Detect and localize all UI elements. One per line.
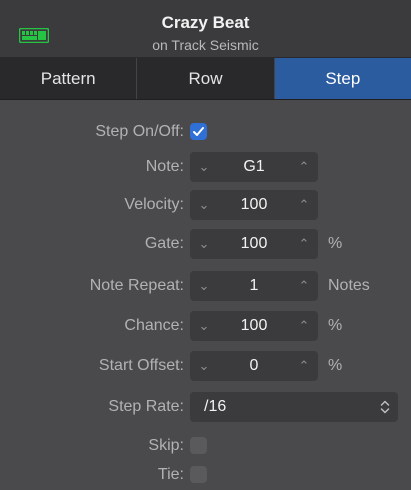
note-stepper[interactable]: ⌄ G1 ⌃ xyxy=(190,152,318,182)
tie-row: Tie: xyxy=(0,460,411,490)
step-on-off-checkbox[interactable] xyxy=(190,123,207,140)
note-repeat-value: 1 xyxy=(249,277,259,294)
start-offset-row: Start Offset: ⌄ 0 ⌃ % xyxy=(0,351,411,381)
step-rate-label: Step Rate: xyxy=(108,398,184,415)
velocity-value: 100 xyxy=(240,196,268,213)
note-repeat-unit: Notes xyxy=(328,277,370,294)
chevron-up-icon[interactable]: ⌃ xyxy=(290,152,318,182)
start-offset-value: 0 xyxy=(249,357,259,374)
chance-stepper[interactable]: ⌄ 100 ⌃ xyxy=(190,311,318,341)
inspector-header: Crazy Beat on Track Seismic xyxy=(0,0,411,58)
note-repeat-row: Note Repeat: ⌄ 1 ⌃ Notes xyxy=(0,271,411,301)
gate-row: Gate: ⌄ 100 ⌃ % xyxy=(0,229,411,259)
chevron-up-icon[interactable]: ⌃ xyxy=(290,190,318,220)
step-rate-row: Step Rate: /16 xyxy=(0,392,411,422)
checkmark-icon xyxy=(193,127,204,136)
start-offset-unit: % xyxy=(328,357,343,374)
step-on-off-label: Step On/Off: xyxy=(95,123,184,140)
updown-chevron-icon xyxy=(380,400,390,414)
gate-unit: % xyxy=(328,235,343,252)
step-rate-select[interactable]: /16 xyxy=(190,392,398,422)
note-repeat-stepper[interactable]: ⌄ 1 ⌃ xyxy=(190,271,318,301)
tab-step[interactable]: Step xyxy=(274,58,411,99)
region-subtitle: on Track Seismic xyxy=(152,37,259,53)
chance-value: 100 xyxy=(240,317,268,334)
note-value: G1 xyxy=(243,158,265,175)
chance-label: Chance: xyxy=(124,317,184,334)
chevron-down-icon[interactable]: ⌄ xyxy=(190,271,218,301)
skip-label: Skip: xyxy=(148,437,184,454)
tie-checkbox[interactable] xyxy=(190,466,207,483)
note-label: Note: xyxy=(145,158,184,175)
gate-value: 100 xyxy=(240,235,268,252)
tab-row[interactable]: Row xyxy=(137,58,275,99)
step-on-off-row: Step On/Off: xyxy=(0,117,411,147)
skip-row: Skip: xyxy=(0,431,411,461)
region-title: Crazy Beat xyxy=(161,13,250,32)
step-settings: Step On/Off: Note: ⌄ G1 ⌃ Velocity: ⌄ 10… xyxy=(0,100,411,483)
chevron-down-icon[interactable]: ⌄ xyxy=(190,351,218,381)
chevron-up-icon[interactable]: ⌃ xyxy=(290,351,318,381)
chevron-down-icon[interactable]: ⌄ xyxy=(190,311,218,341)
skip-checkbox[interactable] xyxy=(190,437,207,454)
gate-stepper[interactable]: ⌄ 100 ⌃ xyxy=(190,229,318,259)
chance-unit: % xyxy=(328,317,343,334)
start-offset-stepper[interactable]: ⌄ 0 ⌃ xyxy=(190,351,318,381)
note-repeat-label: Note Repeat: xyxy=(89,277,184,294)
tab-pattern[interactable]: Pattern xyxy=(0,58,138,99)
velocity-stepper[interactable]: ⌄ 100 ⌃ xyxy=(190,190,318,220)
start-offset-label: Start Offset: xyxy=(98,357,184,374)
chevron-up-icon[interactable]: ⌃ xyxy=(290,311,318,341)
chevron-down-icon[interactable]: ⌄ xyxy=(190,229,218,259)
chevron-up-icon[interactable]: ⌃ xyxy=(290,229,318,259)
chevron-up-icon[interactable]: ⌃ xyxy=(290,271,318,301)
inspector-tabs: Pattern Row Step xyxy=(0,58,411,100)
chevron-down-icon[interactable]: ⌄ xyxy=(190,152,218,182)
chevron-down-icon[interactable]: ⌄ xyxy=(190,190,218,220)
chance-row: Chance: ⌄ 100 ⌃ % xyxy=(0,311,411,341)
velocity-row: Velocity: ⌄ 100 ⌃ xyxy=(0,190,411,220)
step-rate-value: /16 xyxy=(204,398,227,415)
velocity-label: Velocity: xyxy=(124,196,184,213)
note-row: Note: ⌄ G1 ⌃ xyxy=(0,152,411,182)
tie-label: Tie: xyxy=(157,466,184,483)
gate-label: Gate: xyxy=(144,235,184,252)
